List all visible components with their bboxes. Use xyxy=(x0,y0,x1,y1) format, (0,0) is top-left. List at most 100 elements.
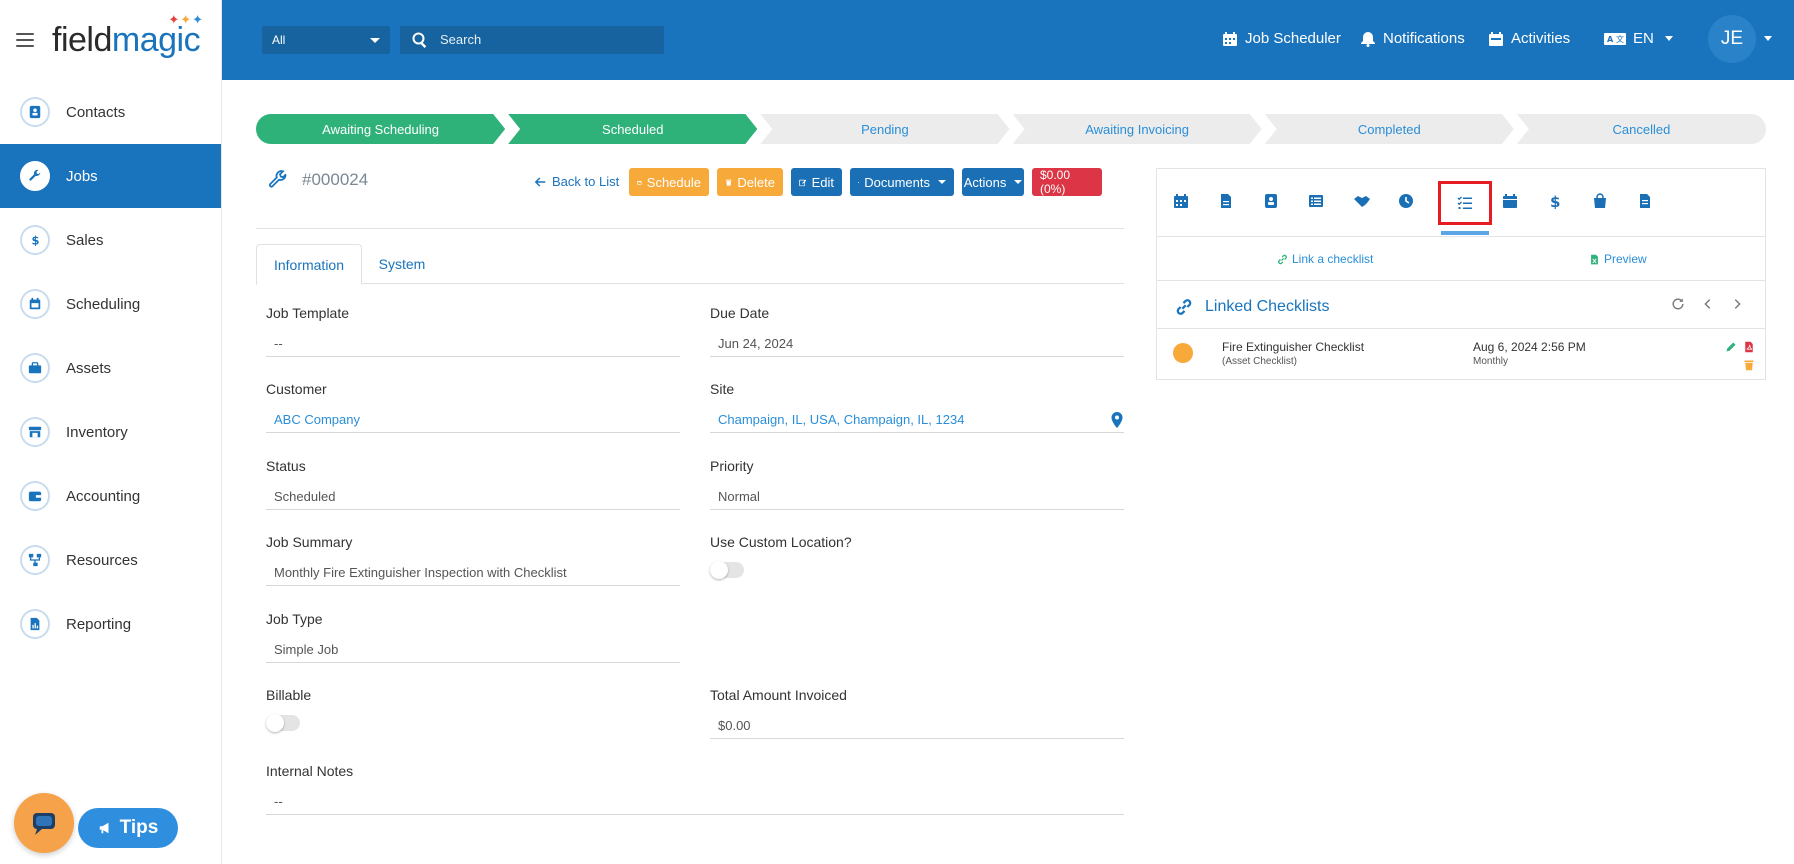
activities-label: Activities xyxy=(1511,30,1571,47)
map-pin-icon[interactable] xyxy=(1110,412,1124,428)
stage-awaiting-invoicing[interactable]: Awaiting Invoicing xyxy=(1013,114,1262,144)
job-template-label: Job Template xyxy=(266,305,350,321)
sidebar-item-inventory[interactable]: Inventory xyxy=(0,400,221,464)
customer-link[interactable]: ABC Company xyxy=(266,406,680,433)
site-label: Site xyxy=(710,381,735,397)
sidebar-item-contacts[interactable]: Contacts xyxy=(0,80,221,144)
documents-label: Documents xyxy=(864,174,930,190)
stage-pending[interactable]: Pending xyxy=(760,114,1009,144)
sidebar-item-label: Scheduling xyxy=(66,295,141,313)
status-field: Status Scheduled xyxy=(266,458,680,510)
edit-label: Edit xyxy=(811,174,834,190)
checklist-frequency: Monthly xyxy=(1473,356,1509,367)
search-input[interactable]: Search xyxy=(400,26,664,54)
pdf-file-icon[interactable] xyxy=(1743,340,1755,353)
bell-icon xyxy=(1361,31,1375,47)
chat-launcher-button[interactable] xyxy=(14,793,74,853)
document-icon[interactable] xyxy=(1637,193,1657,213)
documents-dropdown-button[interactable]: Documents xyxy=(850,168,954,196)
job-type-value[interactable]: Simple Job xyxy=(266,636,680,663)
dollar-icon[interactable]: $ xyxy=(1547,193,1567,213)
preview-button[interactable]: Preview xyxy=(1589,252,1647,266)
schedule-button[interactable]: Schedule xyxy=(629,168,709,196)
user-avatar[interactable]: JE xyxy=(1708,15,1756,63)
chevron-left-icon[interactable] xyxy=(1701,297,1715,311)
site-link[interactable]: Champaign, IL, USA, Champaign, IL, 1234 xyxy=(710,406,1124,433)
delete-button[interactable]: Delete xyxy=(717,168,783,196)
stage-scheduled[interactable]: Scheduled xyxy=(508,114,757,144)
activities-link[interactable]: Activities xyxy=(1488,30,1570,47)
total-invoiced-label: Total Amount Invoiced xyxy=(710,687,847,703)
dollar-icon: $ xyxy=(20,225,50,255)
handshake-icon[interactable] xyxy=(1353,193,1373,213)
status-value[interactable]: Scheduled xyxy=(266,483,680,510)
megaphone-icon xyxy=(99,822,109,834)
pencil-icon[interactable] xyxy=(1725,340,1737,352)
sidebar-item-jobs[interactable]: Jobs xyxy=(0,144,221,208)
sidebar-item-label: Assets xyxy=(66,359,112,377)
calendar-icon xyxy=(20,289,50,319)
back-to-list-link[interactable]: Back to List xyxy=(534,174,619,189)
notifications-link[interactable]: Notifications xyxy=(1360,30,1465,47)
job-template-field: Job Template -- xyxy=(266,305,680,357)
sidebar-item-scheduling[interactable]: Scheduling xyxy=(0,272,221,336)
language-selector[interactable]: A文 EN xyxy=(1604,30,1673,47)
stage-completed[interactable]: Completed xyxy=(1265,114,1514,144)
file-icon[interactable] xyxy=(1218,193,1238,213)
svg-text:A: A xyxy=(1607,35,1614,44)
status-dot xyxy=(1173,343,1193,363)
actions-dropdown-button[interactable]: Actions xyxy=(962,168,1024,196)
job-title: #000024 xyxy=(268,170,368,190)
sidebar-item-assets[interactable]: Assets xyxy=(0,336,221,400)
calendar-icon xyxy=(1223,31,1237,46)
tab-system[interactable]: System xyxy=(362,244,442,284)
site-field: Site Champaign, IL, USA, Champaign, IL, … xyxy=(710,381,1124,433)
sidebar-item-accounting[interactable]: Accounting xyxy=(0,464,221,528)
chevron-right-icon[interactable] xyxy=(1730,297,1744,311)
calendar-icon xyxy=(1489,31,1503,46)
sidebar-item-reporting[interactable]: Reporting xyxy=(0,592,221,656)
hamburger-menu-icon[interactable] xyxy=(16,33,34,47)
actions-label: Actions xyxy=(963,174,1007,190)
due-date-label: Due Date xyxy=(710,305,770,321)
stage-awaiting-scheduling[interactable]: Awaiting Scheduling xyxy=(256,114,505,144)
checklist-icon[interactable] xyxy=(1438,181,1492,225)
shopping-bag-icon[interactable] xyxy=(1592,193,1612,213)
fieldmagic-logo[interactable]: fieldmagic ✦✦✦ xyxy=(52,13,203,57)
custom-location-toggle[interactable] xyxy=(710,561,744,579)
link-checklist-button[interactable]: Link a checklist xyxy=(1277,252,1373,266)
list-item[interactable]: Fire Extinguisher Checklist (Asset Check… xyxy=(1157,329,1765,379)
svg-text:$: $ xyxy=(1550,193,1560,209)
clock-icon[interactable] xyxy=(1398,193,1418,213)
tab-information[interactable]: Information xyxy=(256,244,362,285)
sidebar-item-sales[interactable]: $ Sales xyxy=(0,208,221,272)
invoice-amount-badge: $0.00 (0%) xyxy=(1032,168,1102,196)
arrow-left-icon xyxy=(534,177,546,186)
priority-label: Priority xyxy=(710,458,754,474)
sidebar-item-resources[interactable]: Resources xyxy=(0,528,221,592)
job-type-label: Job Type xyxy=(266,611,323,627)
job-template-value[interactable]: -- xyxy=(266,330,680,357)
sidebar: fieldmagic ✦✦✦ Contacts Jobs $ Sales Sch… xyxy=(0,0,222,864)
calendar-icon[interactable] xyxy=(1502,193,1522,213)
tips-button[interactable]: Tips xyxy=(78,808,178,848)
total-invoiced-value: $0.00 xyxy=(710,712,1124,739)
job-scheduler-link[interactable]: Job Scheduler xyxy=(1222,30,1341,47)
refresh-icon[interactable] xyxy=(1671,297,1685,311)
trash-icon[interactable] xyxy=(1743,358,1755,371)
search-scope-select[interactable]: All xyxy=(262,26,390,54)
briefcase-icon xyxy=(20,353,50,383)
total-invoiced-field: Total Amount Invoiced $0.00 xyxy=(710,687,1124,739)
preview-label: Preview xyxy=(1604,252,1647,266)
internal-notes-value[interactable]: -- xyxy=(266,788,1124,815)
list-icon[interactable] xyxy=(1308,193,1328,213)
chevron-down-icon[interactable] xyxy=(1764,36,1772,41)
contact-card-icon[interactable] xyxy=(1263,193,1283,213)
stage-cancelled[interactable]: Cancelled xyxy=(1516,114,1767,144)
edit-button[interactable]: Edit xyxy=(791,168,842,196)
priority-value[interactable]: Normal xyxy=(710,483,1124,510)
job-summary-value[interactable]: Monthly Fire Extinguisher Inspection wit… xyxy=(266,559,680,586)
calendar-icon[interactable] xyxy=(1173,193,1193,213)
billable-toggle[interactable] xyxy=(266,714,300,732)
due-date-value[interactable]: Jun 24, 2024 xyxy=(710,330,1124,357)
